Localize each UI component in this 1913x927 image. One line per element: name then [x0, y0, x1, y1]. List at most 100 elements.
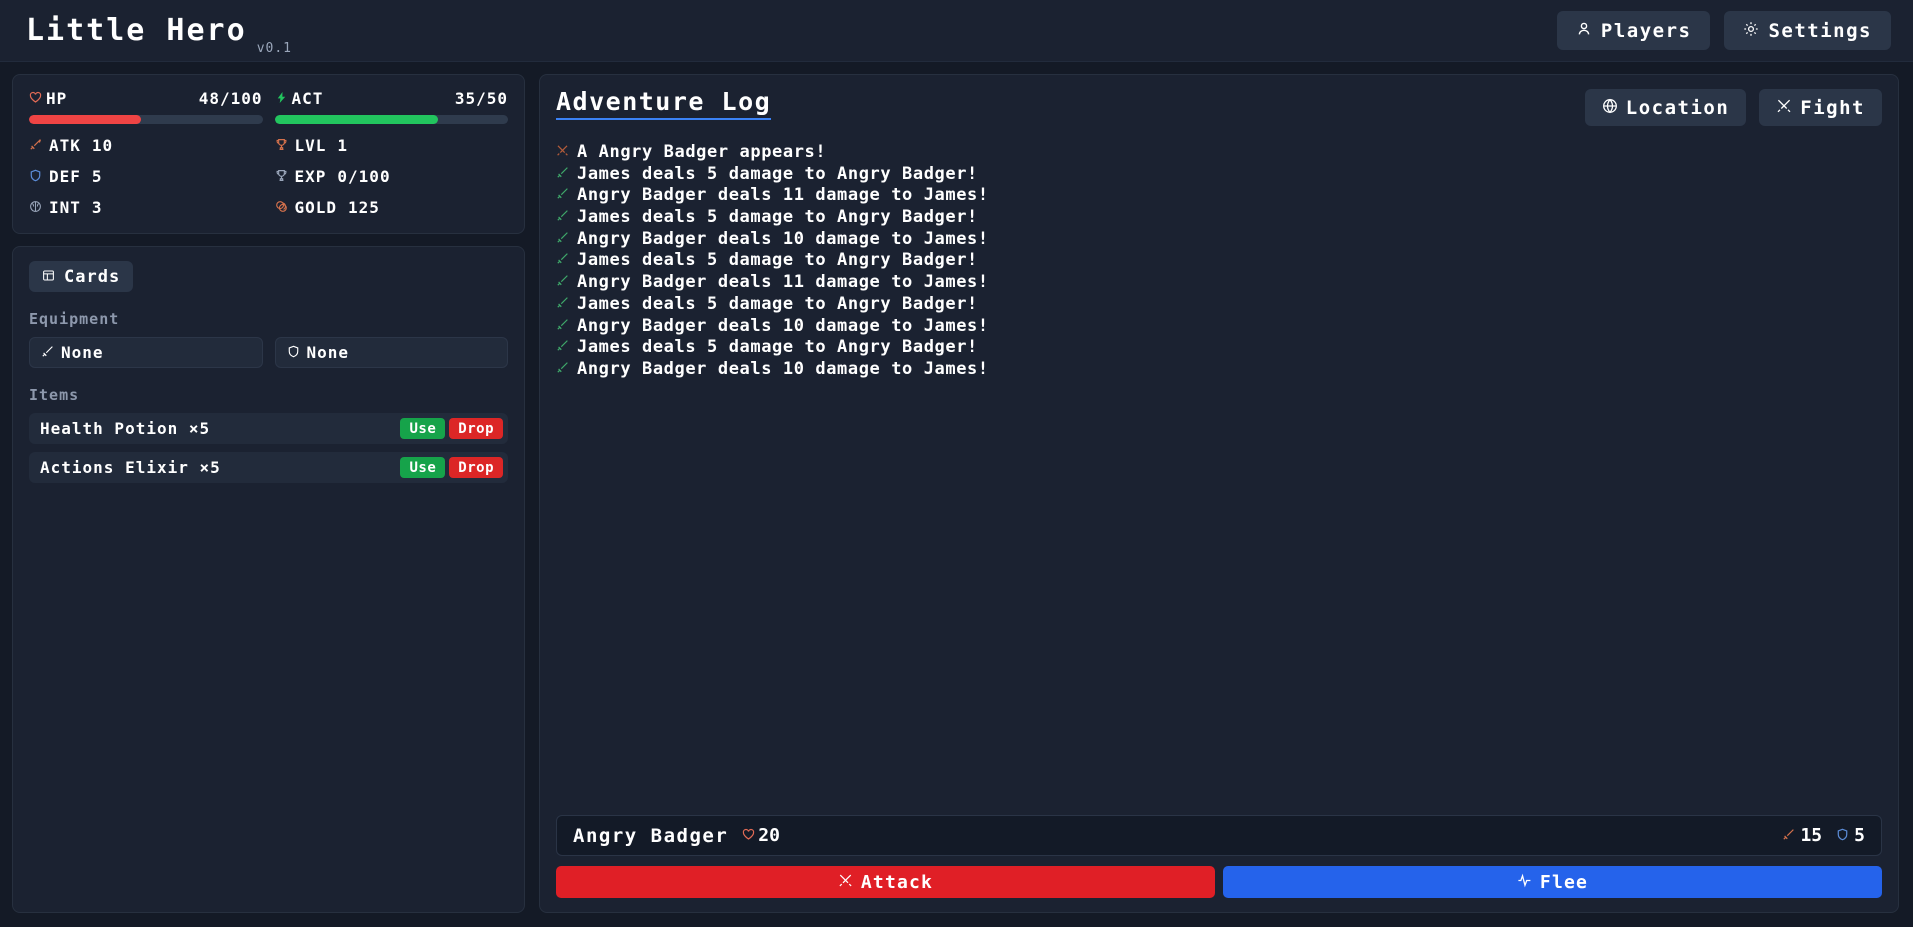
- hp-bar-track: [29, 115, 263, 124]
- use-button[interactable]: Use: [400, 418, 446, 439]
- cards-button-label: Cards: [64, 266, 121, 287]
- enemy-hp-value: 20: [758, 825, 780, 846]
- heart-icon: [742, 825, 755, 846]
- brain-icon: [29, 198, 42, 217]
- use-button[interactable]: Use: [400, 457, 446, 478]
- log-entry-text: Angry Badger deals 10 damage to James!: [577, 315, 989, 336]
- atk-stat: ATK 10: [29, 136, 263, 155]
- sword-icon: [556, 316, 569, 338]
- def-label: DEF: [49, 167, 81, 186]
- enemy-atk: 15: [1782, 825, 1822, 846]
- drop-button[interactable]: Drop: [449, 418, 503, 439]
- location-button[interactable]: Location: [1584, 89, 1747, 126]
- players-button-label: Players: [1600, 19, 1692, 42]
- sword-icon: [556, 337, 569, 359]
- atk-value: 10: [91, 136, 114, 155]
- fight-button[interactable]: Fight: [1759, 89, 1882, 126]
- flee-button[interactable]: Flee: [1223, 866, 1882, 898]
- log-header: Adventure Log Location Fight: [556, 88, 1882, 126]
- attack-button[interactable]: Attack: [556, 866, 1215, 898]
- enemy-atk-value: 15: [1800, 825, 1823, 846]
- hp-bar-fill: [29, 115, 142, 124]
- sword-icon: [29, 136, 42, 155]
- enemy-def-value: 5: [1854, 825, 1865, 846]
- act-bar-fill: [274, 115, 438, 124]
- flee-button-label: Flee: [1539, 871, 1589, 893]
- equipment-slots: None None: [29, 337, 508, 368]
- equipment-label: Equipment: [29, 310, 120, 328]
- sword-icon: [41, 343, 54, 362]
- log-entry-text: A Angry Badger appears!: [577, 142, 827, 162]
- log-entries-list: A Angry Badger appears! James deals 5 dam…: [556, 142, 1882, 805]
- equipment-slot-weapon[interactable]: None: [29, 337, 263, 368]
- cards-button[interactable]: Cards: [29, 261, 134, 292]
- gear-icon: [1743, 20, 1759, 42]
- drop-button[interactable]: Drop: [449, 457, 503, 478]
- def-value: 5: [91, 167, 103, 186]
- sword-icon: [556, 207, 569, 229]
- main-content: HP 48/100 ACT 35/50 ATK 10 LVL 1 DEF 5 E…: [0, 62, 1913, 927]
- swords-icon: [838, 872, 853, 893]
- trophy-icon: [275, 136, 288, 155]
- sword-icon: [556, 359, 569, 381]
- lvl-stat: LVL 1: [275, 136, 509, 155]
- item-name: Actions Elixir ×5: [40, 458, 221, 477]
- item-name: Health Potion ×5: [40, 419, 211, 438]
- settings-button[interactable]: Settings: [1724, 11, 1891, 50]
- log-entry-text: James deals 5 damage to Angry Badger!: [577, 250, 978, 271]
- globe-icon: [1602, 97, 1618, 119]
- sword-icon: [556, 250, 569, 272]
- enemy-def: 5: [1836, 825, 1865, 846]
- inventory-panel: Cards Equipment None None Items Health P…: [12, 246, 525, 913]
- log-entry-text: Angry Badger deals 11 damage to James!: [577, 185, 989, 206]
- int-stat: INT 3: [29, 198, 263, 217]
- players-button[interactable]: Players: [1556, 11, 1711, 50]
- adventure-log-column: Adventure Log Location Fight A Angry Bad…: [539, 74, 1899, 913]
- shield-icon: [29, 167, 42, 186]
- atk-label: ATK: [49, 136, 81, 155]
- coins-icon: [275, 198, 288, 217]
- log-entry-text: Angry Badger deals 10 damage to James!: [577, 358, 989, 379]
- act-label: ACT: [291, 89, 324, 108]
- app-version: v0.1: [256, 41, 292, 56]
- log-entry: Angry Badger deals 10 damage to James!: [556, 316, 1882, 338]
- act-stat: ACT 35/50: [274, 89, 508, 124]
- trophy-icon: [275, 167, 288, 186]
- shield-icon: [287, 343, 300, 362]
- log-entry: James deals 5 damage to Angry Badger!: [556, 164, 1882, 186]
- log-entry: James deals 5 damage to Angry Badger!: [556, 250, 1882, 272]
- app-title: Little Hero: [26, 13, 247, 48]
- sword-icon: [556, 272, 569, 294]
- swords-icon: [1776, 97, 1792, 119]
- equipment-slot-armor[interactable]: None: [274, 337, 508, 368]
- gold-label: GOLD: [294, 198, 338, 217]
- enemy-status-bar: Angry Badger 20 15 5: [556, 815, 1882, 856]
- heart-icon: [29, 89, 42, 108]
- swords-icon: [556, 142, 569, 164]
- pulse-icon: [1517, 872, 1532, 893]
- sword-icon: [556, 164, 569, 186]
- gold-value: 125: [348, 198, 380, 217]
- items-label: Items: [29, 386, 80, 404]
- exp-value: 0/100: [337, 167, 391, 186]
- log-entry-text: James deals 5 damage to Angry Badger!: [577, 163, 978, 184]
- hp-value: 48/100: [198, 89, 263, 108]
- gold-stat: GOLD 125: [275, 198, 509, 217]
- log-entry: Angry Badger deals 10 damage to James!: [556, 229, 1882, 251]
- list-item: Health Potion ×5 Use Drop: [29, 413, 508, 444]
- location-button-label: Location: [1625, 96, 1730, 119]
- adventure-log-panel: Adventure Log Location Fight A Angry Bad…: [539, 74, 1899, 913]
- hp-stat: HP 48/100: [29, 89, 263, 124]
- exp-stat: EXP 0/100: [275, 167, 509, 186]
- log-entry: James deals 5 damage to Angry Badger!: [556, 294, 1882, 316]
- log-entry: James deals 5 damage to Angry Badger!: [556, 207, 1882, 229]
- stat-bars-grid: HP 48/100 ACT 35/50 ATK 10 LVL 1 DEF 5 E…: [29, 89, 508, 217]
- lvl-label: LVL: [294, 136, 327, 155]
- log-entry: A Angry Badger appears!: [556, 142, 1882, 164]
- log-entry-text: Angry Badger deals 11 damage to James!: [577, 272, 989, 293]
- log-entry-text: James deals 5 damage to Angry Badger!: [577, 293, 978, 314]
- enemy-hp: 20: [742, 825, 780, 846]
- sword-icon: [1782, 825, 1795, 846]
- sword-icon: [556, 294, 569, 316]
- app-header: Little Hero v0.1 Players Settings: [0, 0, 1913, 62]
